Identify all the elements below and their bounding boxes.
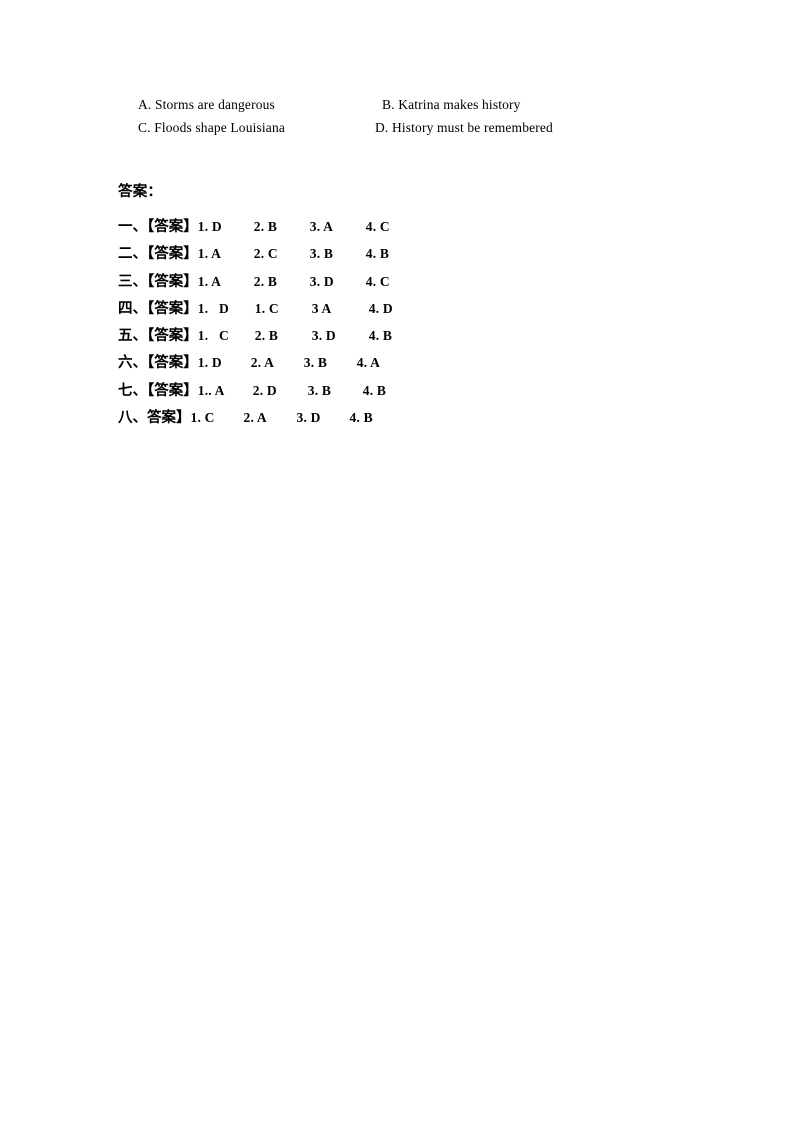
answer-row-label: 四、【答案】 (118, 300, 198, 317)
answer-item: 3. D (311, 328, 336, 344)
answer-item: 2. C (253, 246, 278, 262)
answer-item: 1. D (197, 219, 222, 234)
answer-item: 4. C (365, 273, 390, 289)
answer-item: 1. C (197, 328, 229, 344)
answer-row-7: 七、【答案】1.. A 2. D 3. B 4. B (118, 377, 718, 404)
answer-item: 1.. A (197, 382, 225, 398)
answer-row-label: 六、【答案】 (118, 355, 198, 372)
answer-item: 4. B (365, 246, 390, 262)
answers-heading: 答案： (118, 184, 163, 200)
answer-item: 4. B (362, 382, 387, 398)
answer-row-items: 1. C 2. A 3. D 4. B (191, 404, 373, 431)
answer-row-items: 1. A 2. B 3. D 4. C (198, 268, 390, 295)
answer-row-4: 四、【答案】1. D 1. C 3 A 4. D (118, 295, 718, 322)
answer-row-8: 八、答案】1. C 2. A 3. D 4. B (118, 404, 718, 431)
answer-item: 1. C (190, 410, 215, 426)
answer-item: 3 A (311, 300, 332, 316)
answer-item: 3. D (309, 273, 334, 289)
answer-item: 1. D (197, 355, 222, 371)
answer-item: 3. B (309, 246, 334, 262)
answer-row-items: 1.. A 2. D 3. B 4. B (198, 377, 386, 404)
answer-item: 3. D (296, 410, 321, 426)
option-a: A. Storms are dangerous (138, 97, 275, 112)
answer-item: 4. B (349, 410, 373, 426)
answer-item: 1. C (254, 300, 279, 316)
answer-item: 3. B (303, 355, 328, 371)
answer-row-label: 五、【答案】 (118, 328, 198, 345)
answer-item: 2. B (254, 328, 279, 344)
answer-row-items: 1. D 2. A 3. B 4. A (198, 349, 380, 376)
option-d: D. History must be remembered (375, 120, 553, 135)
answer-row-3: 三、【答案】1. A 2. B 3. D 4. C (118, 268, 718, 295)
answer-item: 2. B (253, 273, 278, 289)
answers-block: 答案： 一、【答案】1. D 2. B 3. A 4. C 二、【答案】1. A 2. … (118, 181, 718, 431)
answer-item: 2. A (250, 355, 275, 371)
answer-item: 2. A (243, 410, 267, 426)
answer-row-items: 1. D 2. B 3. A 4. C (198, 213, 390, 240)
document-page: A. Storms are dangerous B. Katrina makes … (0, 0, 794, 1123)
answer-row-label: 二、【答案】 (118, 246, 198, 263)
answer-row-5: 五、【答案】1. C 2. B 3. D 4. B (118, 322, 718, 349)
answer-row-label: 一、【答案】 (118, 219, 198, 235)
answer-item: 3. B (307, 382, 332, 398)
answer-row-label: 七、【答案】 (118, 382, 198, 399)
answer-item: 3. A (309, 219, 334, 234)
answer-item: 1. D (197, 300, 229, 316)
answer-item: 2. D (252, 382, 277, 398)
option-row: C. Floods shape Louisiana D. History must… (138, 116, 698, 139)
answer-row-items: 1. C 2. B 3. D 4. B (198, 322, 392, 349)
answer-row-items: 1. A 2. C 3. B 4. B (198, 240, 389, 267)
answer-row-label: 三、【答案】 (118, 273, 198, 290)
answer-row-1: 一、【答案】1. D 2. B 3. A 4. C (118, 213, 718, 240)
answer-item: 4. D (368, 300, 393, 316)
answer-row-label: 八、答案】 (118, 410, 191, 427)
option-row: A. Storms are dangerous B. Katrina makes … (138, 93, 698, 116)
answer-row-6: 六、【答案】1. D 2. A 3. B 4. A (118, 349, 718, 376)
answer-row-items: 1. D 1. C 3 A 4. D (198, 295, 393, 322)
answer-item: 1. A (197, 246, 222, 262)
answer-item: 4. C (365, 219, 390, 234)
option-c: C. Floods shape Louisiana (138, 120, 285, 135)
answer-item: 1. A (197, 273, 222, 289)
option-b: B. Katrina makes history (382, 97, 521, 112)
question-options-block: A. Storms are dangerous B. Katrina makes … (138, 93, 698, 139)
answer-item: 4. A (356, 355, 381, 371)
answer-item: 2. B (253, 219, 278, 234)
answer-row-2: 二、【答案】1. A 2. C 3. B 4. B (118, 240, 718, 267)
answer-item: 4. B (368, 328, 393, 344)
